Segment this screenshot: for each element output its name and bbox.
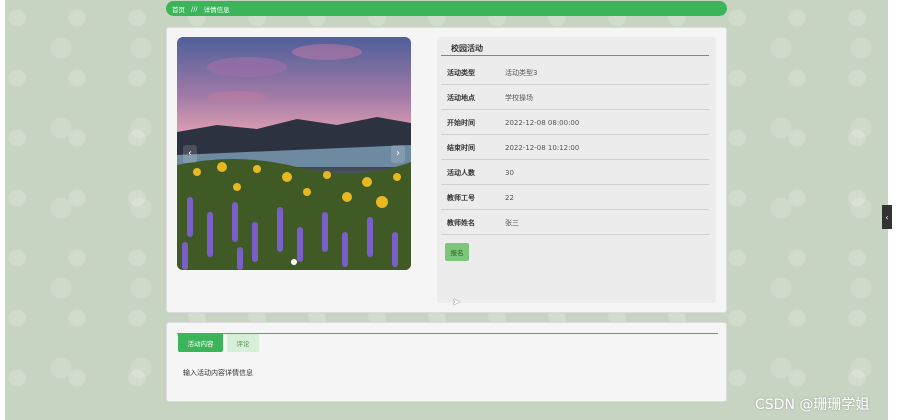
field-label: 结束时间 bbox=[447, 143, 475, 152]
field-row: 教师姓名 张三 bbox=[441, 211, 709, 235]
field-row: 活动类型 活动类型3 bbox=[441, 61, 709, 85]
signup-button[interactable]: 报名 bbox=[445, 243, 469, 261]
field-value: 2022-12-08 08:00:00 bbox=[505, 118, 580, 127]
breadcrumb-current: 详情信息 bbox=[203, 5, 230, 14]
carousel-prev-icon[interactable]: ‹ bbox=[183, 145, 197, 163]
detail-title: 校园活动 bbox=[451, 44, 483, 53]
field-label: 活动类型 bbox=[447, 68, 475, 77]
field-value: 30 bbox=[505, 168, 514, 177]
field-label: 活动地点 bbox=[447, 93, 475, 102]
field-label: 教师工号 bbox=[447, 193, 475, 202]
field-value: 张三 bbox=[505, 218, 519, 227]
breadcrumb: 首页 /// 详情信息 bbox=[166, 1, 727, 16]
field-value: 2022-12-08 10:12:00 bbox=[505, 143, 580, 152]
breadcrumb-separator: /// bbox=[191, 4, 198, 13]
activity-image-carousel[interactable]: ‹ › bbox=[177, 37, 411, 270]
landscape-image bbox=[177, 44, 411, 270]
field-row: 结束时间 2022-12-08 10:12:00 bbox=[441, 136, 709, 160]
field-label: 开始时间 bbox=[447, 118, 475, 127]
field-label: 教师姓名 bbox=[447, 218, 475, 227]
field-row: 开始时间 2022-12-08 08:00:00 bbox=[441, 111, 709, 135]
field-label: 活动人数 bbox=[447, 168, 475, 177]
breadcrumb-home[interactable]: 首页 bbox=[172, 4, 185, 14]
title-divider bbox=[441, 55, 709, 56]
tab-comments[interactable]: 评论 bbox=[227, 334, 259, 352]
tab-content-text: 输入活动内容详情信息 bbox=[183, 369, 253, 377]
field-row: 活动地点 学校操场 bbox=[441, 86, 709, 110]
carousel-next-icon[interactable]: › bbox=[391, 145, 405, 163]
detail-card: ‹ › 校园活动 活动类型 活动类型3 活动地点 学校操场 开始时间 2022-… bbox=[166, 27, 727, 313]
tab-activity-content[interactable]: 活动内容 bbox=[178, 334, 223, 352]
content-card: 活动内容 评论 输入活动内容详情信息 bbox=[166, 322, 727, 402]
field-value: 学校操场 bbox=[505, 93, 533, 102]
mouse-cursor-icon: ➤ bbox=[452, 297, 461, 308]
field-value: 22 bbox=[505, 193, 514, 202]
carousel-indicator[interactable] bbox=[291, 259, 297, 265]
detail-info-panel: 校园活动 活动类型 活动类型3 活动地点 学校操场 开始时间 2022-12-0… bbox=[437, 37, 716, 303]
field-row: 教师工号 22 bbox=[441, 186, 709, 210]
side-toggle-icon[interactable]: ‹ bbox=[882, 205, 892, 229]
watermark: CSDN @珊珊学姐 bbox=[755, 397, 870, 413]
field-row: 活动人数 30 bbox=[441, 161, 709, 185]
field-value: 活动类型3 bbox=[505, 68, 538, 77]
